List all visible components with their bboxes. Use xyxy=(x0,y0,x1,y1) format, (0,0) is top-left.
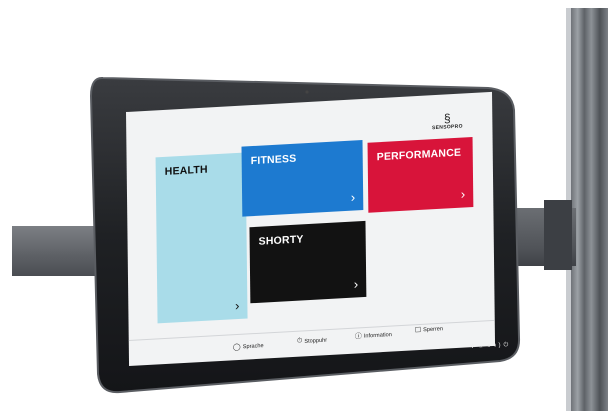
brightness-low-icon[interactable]: ☼ xyxy=(478,343,487,349)
brand-name: SENSOPRO xyxy=(431,123,463,132)
stopwatch-button[interactable]: ⏱ Stoppuhr xyxy=(297,336,327,346)
shorty-tile-label: SHORTY xyxy=(258,233,304,248)
shorty-tile[interactable]: SHORTY › xyxy=(249,220,367,304)
chevron-right-icon: › xyxy=(234,297,240,314)
info-icon: ⓘ xyxy=(354,333,362,341)
fitness-tile-label: FITNESS xyxy=(250,152,297,168)
tablet-screen: § SENSOPRO HEALTH › FITNESS › PERFORMANC… xyxy=(126,91,496,367)
health-tile-label: HEALTH xyxy=(164,163,208,178)
stopwatch-label: Stoppuhr xyxy=(304,337,328,345)
fitness-tile[interactable]: FITNESS › xyxy=(241,140,364,217)
performance-tile[interactable]: PERFORMANCE › xyxy=(367,136,474,213)
health-tile[interactable]: HEALTH › xyxy=(155,152,248,324)
chevron-right-icon: › xyxy=(460,186,466,202)
information-button[interactable]: ⓘ Information xyxy=(355,330,392,342)
speech-bubble-icon: ◯ xyxy=(232,343,241,352)
lock-label: Sperren xyxy=(423,326,444,334)
brand-logo: § SENSOPRO xyxy=(428,111,466,131)
stopwatch-icon: ⏱ xyxy=(296,337,303,345)
performance-tile-label: PERFORMANCE xyxy=(376,146,462,164)
volume-up-icon[interactable]: ◂) xyxy=(492,342,503,349)
power-icon[interactable]: ⏻ xyxy=(503,342,511,348)
lock-icon: ☐ xyxy=(414,326,422,335)
language-button[interactable]: ◯ Sprache xyxy=(232,342,264,352)
lock-button[interactable]: ☐ Sperren xyxy=(414,325,444,335)
chevron-right-icon: › xyxy=(350,189,356,205)
chevron-right-icon: › xyxy=(353,276,359,292)
language-label: Sprache xyxy=(242,343,264,351)
information-label: Information xyxy=(363,332,392,340)
